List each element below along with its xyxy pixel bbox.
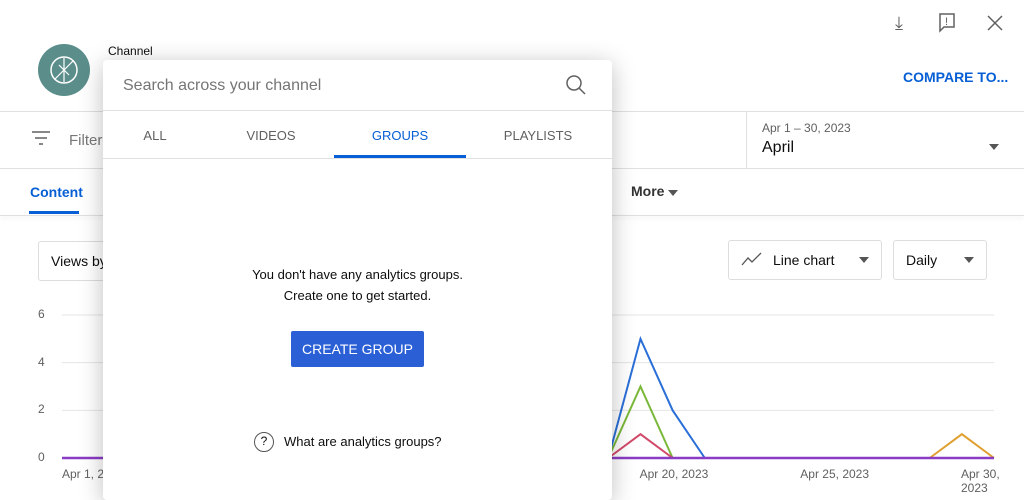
series-line-orange [929,432,995,459]
empty-submessage: Create one to get started. [283,288,432,303]
help-link[interactable]: What are analytics groups? [284,434,442,449]
tab-playlists[interactable]: PLAYLISTS [488,128,588,143]
tab-all[interactable]: ALL [125,128,185,143]
search-icon[interactable] [565,74,587,101]
series-line-blue [607,335,706,459]
tab-groups[interactable]: GROUPS [334,128,466,143]
create-group-button[interactable]: CREATE GROUP [291,331,424,367]
empty-message: You don't have any analytics groups. [252,267,463,282]
help-icon[interactable]: ? [254,432,274,452]
search-input[interactable] [123,74,543,98]
search-popup: ALL VIDEOS GROUPS PLAYLISTS You don't ha… [103,60,612,500]
tab-videos[interactable]: VIDEOS [231,128,311,143]
